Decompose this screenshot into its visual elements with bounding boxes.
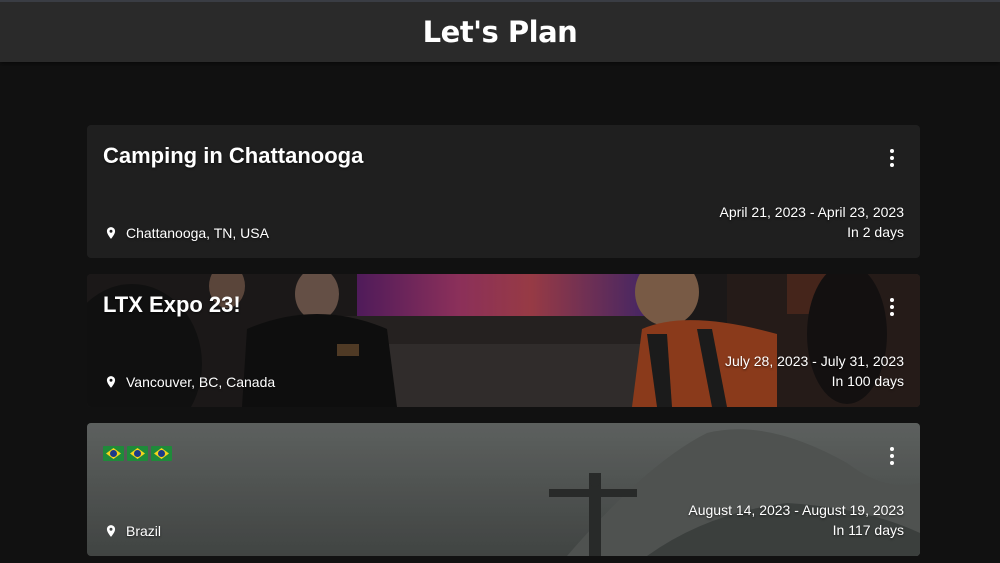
trip-title: LTX Expo 23!	[103, 292, 241, 317]
location-pin-icon	[106, 227, 116, 239]
trip-title: Camping in Chattanooga	[103, 143, 364, 168]
trip-dates: July 28, 2023 - July 31, 2023 In 100 day…	[725, 351, 904, 391]
trip-card-ltx[interactable]: LTX Expo 23! Vancouver, BC, Canada July …	[87, 274, 920, 407]
more-vertical-icon[interactable]	[880, 296, 904, 318]
trip-date-range: August 14, 2023 - August 19, 2023	[688, 502, 904, 518]
location-pin-icon	[106, 376, 116, 388]
brazil-flag-icon	[103, 446, 124, 461]
app-title: Let's Plan	[422, 15, 578, 49]
trip-dates: August 14, 2023 - August 19, 2023 In 117…	[688, 500, 904, 540]
trip-location-label: Chattanooga, TN, USA	[126, 225, 269, 241]
trip-countdown: In 117 days	[832, 522, 904, 538]
more-vertical-icon[interactable]	[880, 445, 904, 467]
app-bar: Let's Plan	[0, 0, 1000, 62]
trip-date-range: April 21, 2023 - April 23, 2023	[719, 204, 904, 220]
trip-location: Chattanooga, TN, USA	[104, 224, 269, 242]
trip-dates: April 21, 2023 - April 23, 2023 In 2 day…	[720, 202, 904, 242]
trip-location: Brazil	[104, 522, 161, 540]
location-pin-icon	[106, 525, 116, 537]
more-vertical-icon[interactable]	[880, 147, 904, 169]
trip-title: 🇧🇷🇧🇷🇧🇷	[103, 446, 172, 461]
trip-location-label: Brazil	[126, 523, 162, 539]
trip-card-camping[interactable]: Camping in Chattanooga Chattanooga, TN, …	[87, 125, 920, 258]
trip-countdown: In 100 days	[831, 373, 904, 389]
brazil-flag-icon	[127, 446, 148, 461]
trip-date-range: July 28, 2023 - July 31, 2023	[724, 353, 904, 369]
trip-location: Vancouver, BC, Canada	[104, 373, 275, 391]
trip-card-brazil[interactable]: 🇧🇷🇧🇷🇧🇷 Brazil August 14, 2023 - August 1…	[87, 423, 920, 556]
trip-location-label: Vancouver, BC, Canada	[126, 374, 276, 390]
brazil-flag-icon	[151, 446, 172, 461]
trip-countdown: In 2 days	[847, 224, 904, 240]
